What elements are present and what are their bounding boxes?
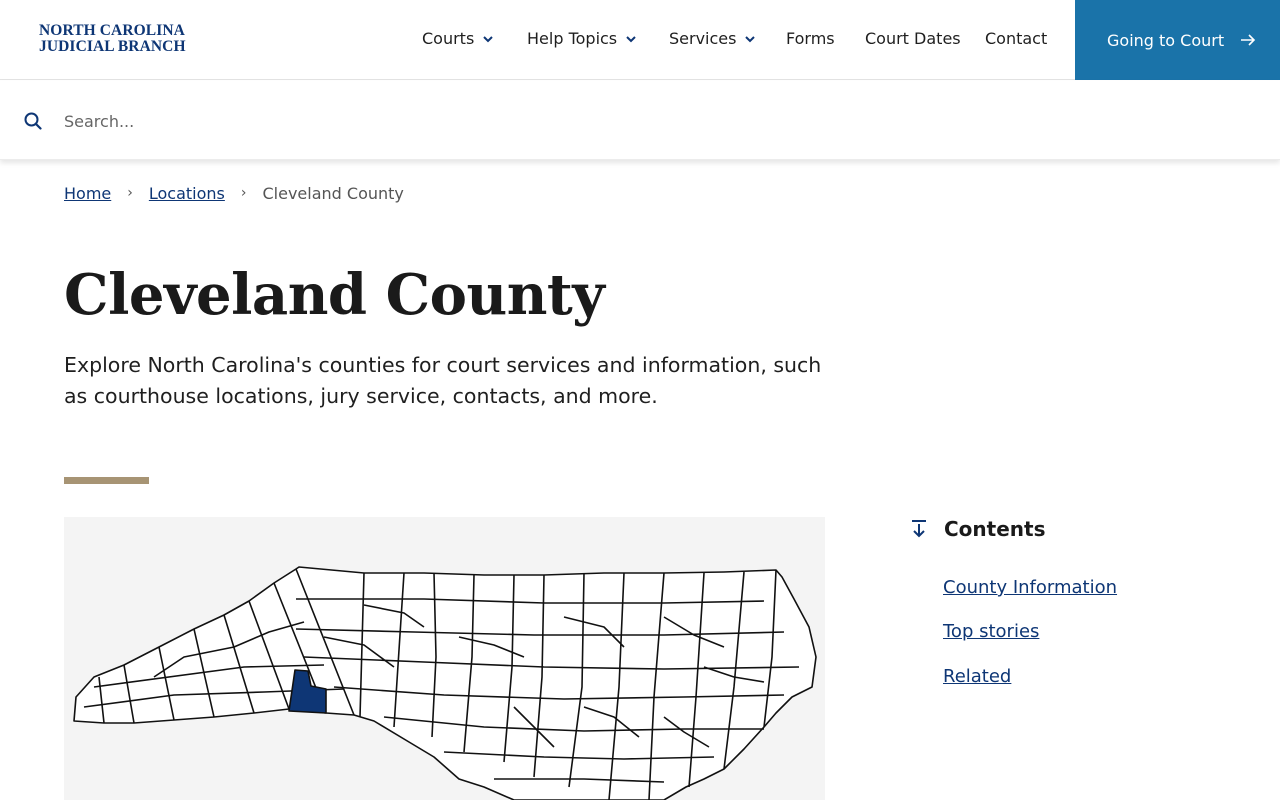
nav-label: Court Dates [865, 29, 961, 48]
logo-line-2: JUDICIAL BRANCH [39, 38, 186, 55]
arrow-right-icon [1241, 34, 1256, 46]
breadcrumb-current: Cleveland County [262, 183, 404, 203]
going-to-court-button[interactable]: Going to Court [1075, 0, 1280, 80]
breadcrumb-separator: › [240, 185, 247, 201]
chevron-down-icon [483, 35, 494, 42]
nav-label: Forms [786, 29, 835, 48]
breadcrumb-separator: › [127, 185, 133, 201]
toc-link-top-stories[interactable]: Top stories [943, 621, 1039, 642]
contents-heading: Contents [910, 517, 1045, 541]
nav-label: Services [669, 29, 737, 48]
toc-link-county-information[interactable]: County Information [943, 577, 1117, 598]
county-map-card [64, 517, 825, 800]
arrow-down-to-line-icon [912, 520, 926, 538]
search-input[interactable] [64, 104, 1064, 138]
chevron-down-icon [626, 35, 636, 42]
logo-line-1: NORTH CAROLINA [39, 22, 185, 39]
north-carolina-county-map [73, 566, 817, 800]
breadcrumb-home[interactable]: Home [64, 184, 111, 203]
breadcrumb: Home › Locations › Cleveland County [64, 183, 404, 203]
contents-heading-label: Contents [944, 517, 1046, 541]
site-logo[interactable]: NORTH CAROLINA JUDICIAL BRANCH [39, 23, 186, 55]
nav-label: Courts [422, 29, 475, 48]
nav-services[interactable]: Services [669, 29, 756, 48]
site-header: NORTH CAROLINA JUDICIAL BRANCH Courts He… [0, 0, 1280, 80]
chevron-down-icon [745, 35, 756, 42]
search-icon[interactable] [24, 112, 42, 130]
nav-court-dates[interactable]: Court Dates [865, 29, 961, 48]
toc-link-related[interactable]: Related [943, 666, 1011, 687]
nav-help-topics[interactable]: Help Topics [527, 29, 637, 48]
breadcrumb-locations[interactable]: Locations [149, 184, 225, 203]
cta-label: Going to Court [1107, 30, 1225, 50]
nav-label: Contact [985, 29, 1048, 48]
page-intro: Explore North Carolina's counties for co… [64, 353, 822, 408]
page-title: Cleveland County [64, 262, 605, 328]
nav-contact[interactable]: Contact [985, 29, 1047, 48]
accent-divider [64, 477, 149, 484]
nav-label: Help Topics [527, 29, 618, 48]
nav-forms[interactable]: Forms [786, 29, 835, 48]
nav-courts[interactable]: Courts [422, 29, 494, 48]
